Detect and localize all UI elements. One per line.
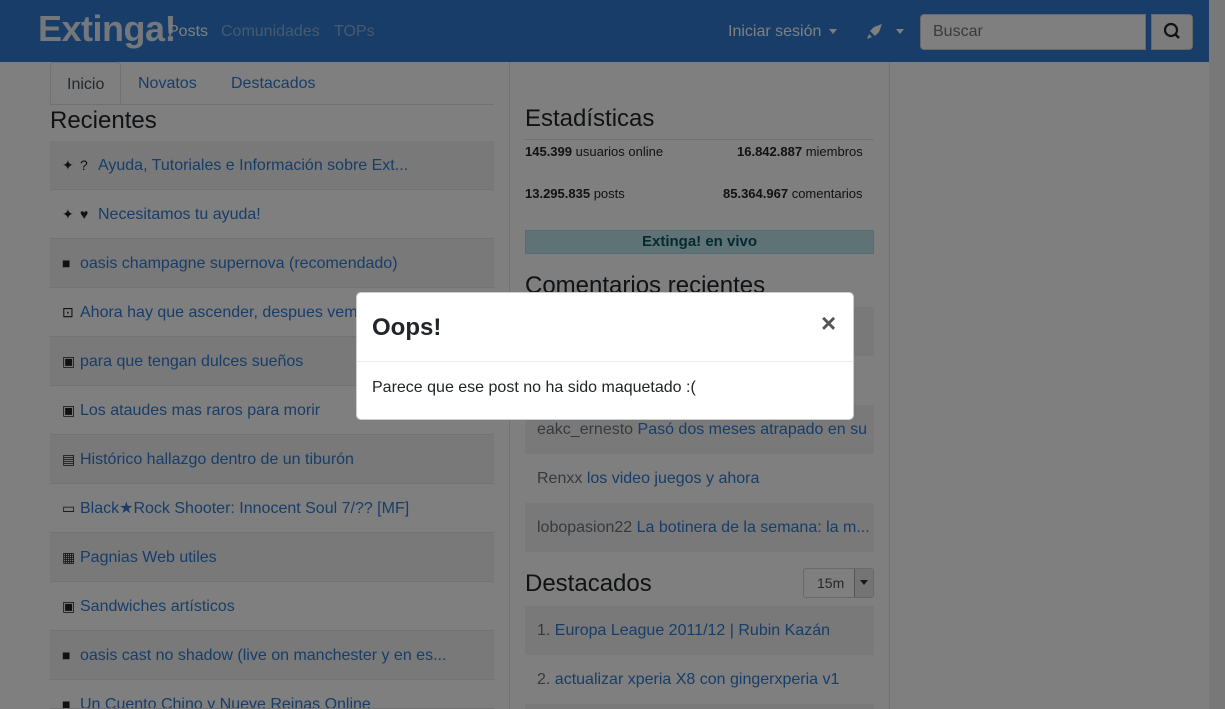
modal-title: Oops!: [372, 314, 442, 341]
modal-header: Oops! ×: [357, 293, 853, 362]
close-icon[interactable]: ×: [821, 310, 836, 336]
modal-body: Parece que ese post no ha sido maquetado…: [372, 379, 696, 396]
oops-modal: Oops! × Parece que ese post no ha sido m…: [356, 292, 854, 420]
